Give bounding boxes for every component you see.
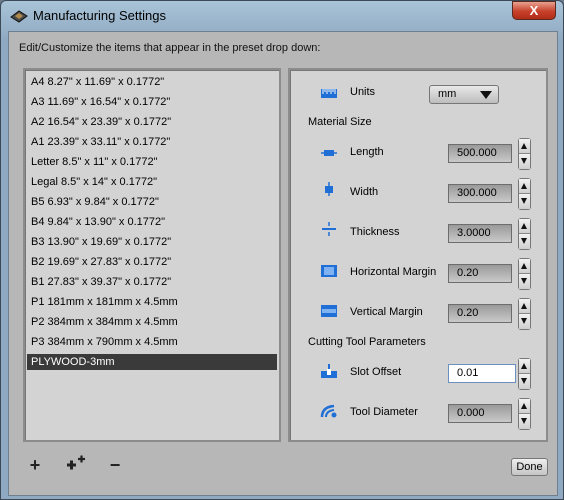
arrow-down-icon — [521, 418, 527, 424]
list-item[interactable]: B1 27.83" x 39.37" x 0.1772" — [27, 274, 277, 290]
list-item[interactable]: B2 19.69" x 27.83" x 0.1772" — [27, 254, 277, 270]
increment-button[interactable] — [519, 179, 530, 194]
units-label: Units — [350, 86, 376, 98]
list-item[interactable]: Legal 8.5" x 14" x 0.1772" — [27, 174, 277, 190]
length-label: Length — [350, 146, 384, 158]
plus-icon: + — [29, 455, 41, 475]
list-item-selected[interactable]: PLYWOOD-3mm — [27, 354, 277, 370]
width-stepper[interactable] — [518, 178, 531, 210]
increment-button[interactable] — [519, 399, 530, 414]
settings-panel: Units mm Material Size Length 500.000 Wi… — [288, 68, 548, 442]
thickness-icon — [322, 222, 336, 236]
increment-button[interactable] — [519, 299, 530, 314]
add-multiple-preset-button[interactable] — [63, 454, 89, 476]
list-item[interactable]: B4 9.84" x 13.90" x 0.1772" — [27, 214, 277, 230]
horizontal-margin-icon — [321, 265, 337, 277]
increment-button[interactable] — [519, 219, 530, 234]
tool-diameter-icon — [320, 404, 337, 418]
width-label: Width — [350, 186, 379, 198]
arrow-down-icon — [521, 158, 527, 164]
width-field[interactable]: 300.000 — [448, 184, 512, 203]
cutting-tool-heading: Cutting Tool Parameters — [308, 336, 426, 348]
window-title: Manufacturing Settings — [33, 8, 166, 23]
horizontal-margin-stepper[interactable] — [518, 258, 531, 290]
ruler-icon — [321, 89, 337, 98]
decrement-button[interactable] — [519, 234, 530, 249]
decrement-button[interactable] — [519, 154, 530, 169]
length-field[interactable]: 500.000 — [448, 144, 512, 163]
list-item[interactable]: A4 8.27" x 11.69" x 0.1772" — [27, 74, 277, 90]
material-size-heading: Material Size — [308, 116, 372, 128]
tool-diameter-stepper[interactable] — [518, 398, 531, 430]
vertical-margin-field[interactable]: 0.20 — [448, 304, 512, 323]
length-icon — [321, 150, 337, 156]
decrement-button[interactable] — [519, 274, 530, 289]
arrow-up-icon — [521, 403, 527, 409]
list-item[interactable]: A2 16.54" x 23.39" x 0.1772" — [27, 114, 277, 130]
list-item[interactable]: B5 6.93" x 9.84" x 0.1772" — [27, 194, 277, 210]
remove-preset-button[interactable]: − — [104, 454, 126, 476]
arrow-up-icon — [521, 363, 527, 369]
slot-offset-field[interactable]: 0.01 — [448, 364, 516, 383]
chevron-down-icon — [480, 91, 492, 99]
title-bar[interactable]: Manufacturing Settings X — [1, 1, 563, 31]
slot-offset-icon — [321, 364, 337, 378]
arrow-down-icon — [521, 378, 527, 384]
decrement-button[interactable] — [519, 374, 530, 389]
add-preset-button[interactable]: + — [24, 454, 46, 476]
dialog-body: Edit/Customize the items that appear in … — [8, 31, 558, 496]
list-item[interactable]: Letter 8.5" x 11" x 0.1772" — [27, 154, 277, 170]
horizontal-margin-field[interactable]: 0.20 — [448, 264, 512, 283]
units-dropdown[interactable]: mm — [429, 85, 499, 104]
list-item[interactable]: P3 384mm x 790mm x 4.5mm — [27, 334, 277, 350]
slot-offset-label: Slot Offset — [350, 366, 402, 378]
close-button[interactable]: X — [512, 1, 556, 20]
list-item[interactable]: B3 13.90" x 19.69" x 0.1772" — [27, 234, 277, 250]
length-stepper[interactable] — [518, 138, 531, 170]
arrow-up-icon — [521, 143, 527, 149]
decrement-button[interactable] — [519, 194, 530, 209]
vertical-margin-label: Vertical Margin — [350, 306, 423, 318]
arrow-down-icon — [521, 278, 527, 284]
arrow-down-icon — [521, 238, 527, 244]
list-item[interactable]: A3 11.69" x 16.54" x 0.1772" — [27, 94, 277, 110]
laser-cutter-icon — [10, 10, 28, 23]
arrow-up-icon — [521, 183, 527, 189]
tool-diameter-label: Tool Diameter — [350, 406, 418, 418]
thickness-stepper[interactable] — [518, 218, 531, 250]
tool-diameter-field[interactable]: 0.000 — [448, 404, 512, 423]
arrow-up-icon — [521, 263, 527, 269]
horizontal-margin-label: Horizontal Margin — [350, 266, 437, 278]
preset-list[interactable]: A4 8.27" x 11.69" x 0.1772" A3 11.69" x … — [23, 68, 281, 442]
units-value: mm — [438, 88, 457, 100]
vertical-margin-stepper[interactable] — [518, 298, 531, 330]
plus-plus-icon — [67, 455, 85, 470]
decrement-button[interactable] — [519, 314, 530, 329]
arrow-up-icon — [521, 223, 527, 229]
list-item[interactable]: P1 181mm x 181mm x 4.5mm — [27, 294, 277, 310]
instruction-text: Edit/Customize the items that appear in … — [19, 42, 321, 54]
vertical-margin-icon — [321, 305, 337, 317]
minus-icon: − — [109, 455, 121, 475]
thickness-label: Thickness — [350, 226, 400, 238]
width-icon — [325, 182, 333, 196]
increment-button[interactable] — [519, 259, 530, 274]
slot-offset-stepper[interactable] — [518, 358, 531, 390]
done-button[interactable]: Done — [511, 458, 548, 476]
arrow-down-icon — [521, 198, 527, 204]
list-item[interactable]: P2 384mm x 384mm x 4.5mm — [27, 314, 277, 330]
list-item[interactable]: A1 23.39" x 33.11" x 0.1772" — [27, 134, 277, 150]
arrow-up-icon — [521, 303, 527, 309]
thickness-field[interactable]: 3.0000 — [448, 224, 512, 243]
increment-button[interactable] — [519, 359, 530, 374]
increment-button[interactable] — [519, 139, 530, 154]
decrement-button[interactable] — [519, 414, 530, 429]
arrow-down-icon — [521, 318, 527, 324]
manufacturing-settings-window: Manufacturing Settings X Edit/Customize … — [0, 0, 564, 500]
